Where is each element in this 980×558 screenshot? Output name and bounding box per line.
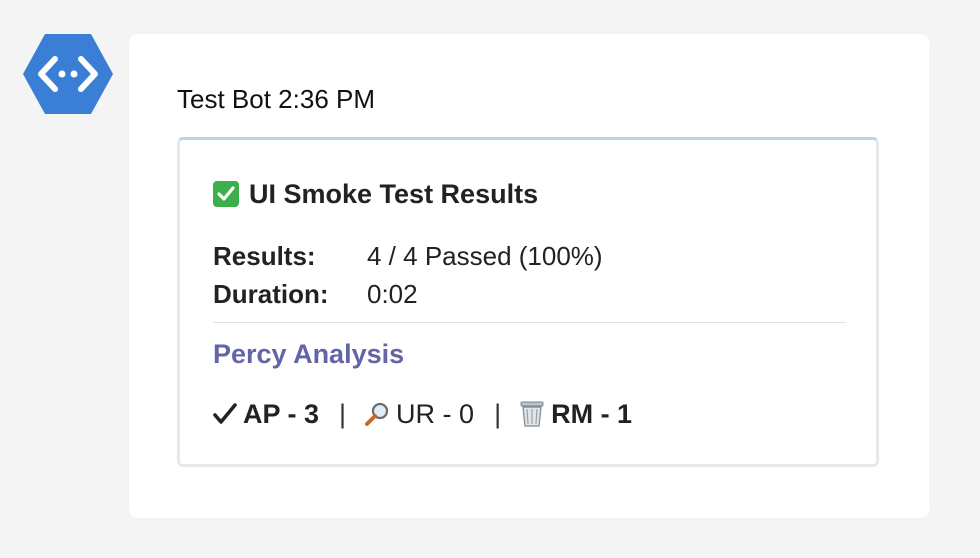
removed-text: RM - 1 — [551, 399, 633, 429]
message-time: 2:36 PM — [278, 84, 375, 114]
fact-key: Results: — [213, 241, 316, 271]
divider — [213, 322, 846, 323]
separator: | — [494, 399, 502, 429]
bot-code-icon — [23, 34, 113, 114]
magnifier-icon — [364, 401, 390, 427]
bot-avatar — [22, 33, 114, 115]
separator: | — [339, 399, 347, 429]
section-title: Percy Analysis — [213, 339, 405, 369]
unreviewed-text: UR - 0 — [396, 399, 475, 429]
unreviewed-count: UR - 0 — [364, 397, 474, 431]
check-mark-button-icon — [213, 181, 239, 207]
adaptive-card: UI Smoke Test Results Results: 4 / 4 Pas… — [177, 137, 879, 467]
removed-count: RM - 1 — [519, 397, 632, 431]
check-mark-icon — [213, 402, 237, 426]
fact-set: Results: 4 / 4 Passed (100%) Duration: 0… — [213, 237, 603, 313]
fact-value: 4 / 4 Passed (100%) — [367, 241, 603, 271]
message-header: Test Bot 2:36 PM — [177, 84, 375, 114]
card-title: UI Smoke Test Results — [213, 178, 538, 210]
card-title-text: UI Smoke Test Results — [249, 179, 539, 209]
message-card: Test Bot 2:36 PM UI Smoke Test Results R… — [129, 34, 929, 518]
approved-text: AP - 3 — [243, 399, 320, 429]
wastebasket-icon — [519, 400, 545, 428]
fact-row-duration: Duration: 0:02 — [213, 275, 603, 313]
fact-value: 0:02 — [367, 279, 418, 309]
fact-key: Duration: — [213, 279, 329, 309]
percy-summary: AP - 3 | UR - 0 | RM - 1 — [213, 397, 632, 431]
approved-count: AP - 3 — [213, 397, 319, 431]
sender-name: Test Bot — [177, 84, 271, 114]
fact-row-results: Results: 4 / 4 Passed (100%) — [213, 237, 603, 275]
